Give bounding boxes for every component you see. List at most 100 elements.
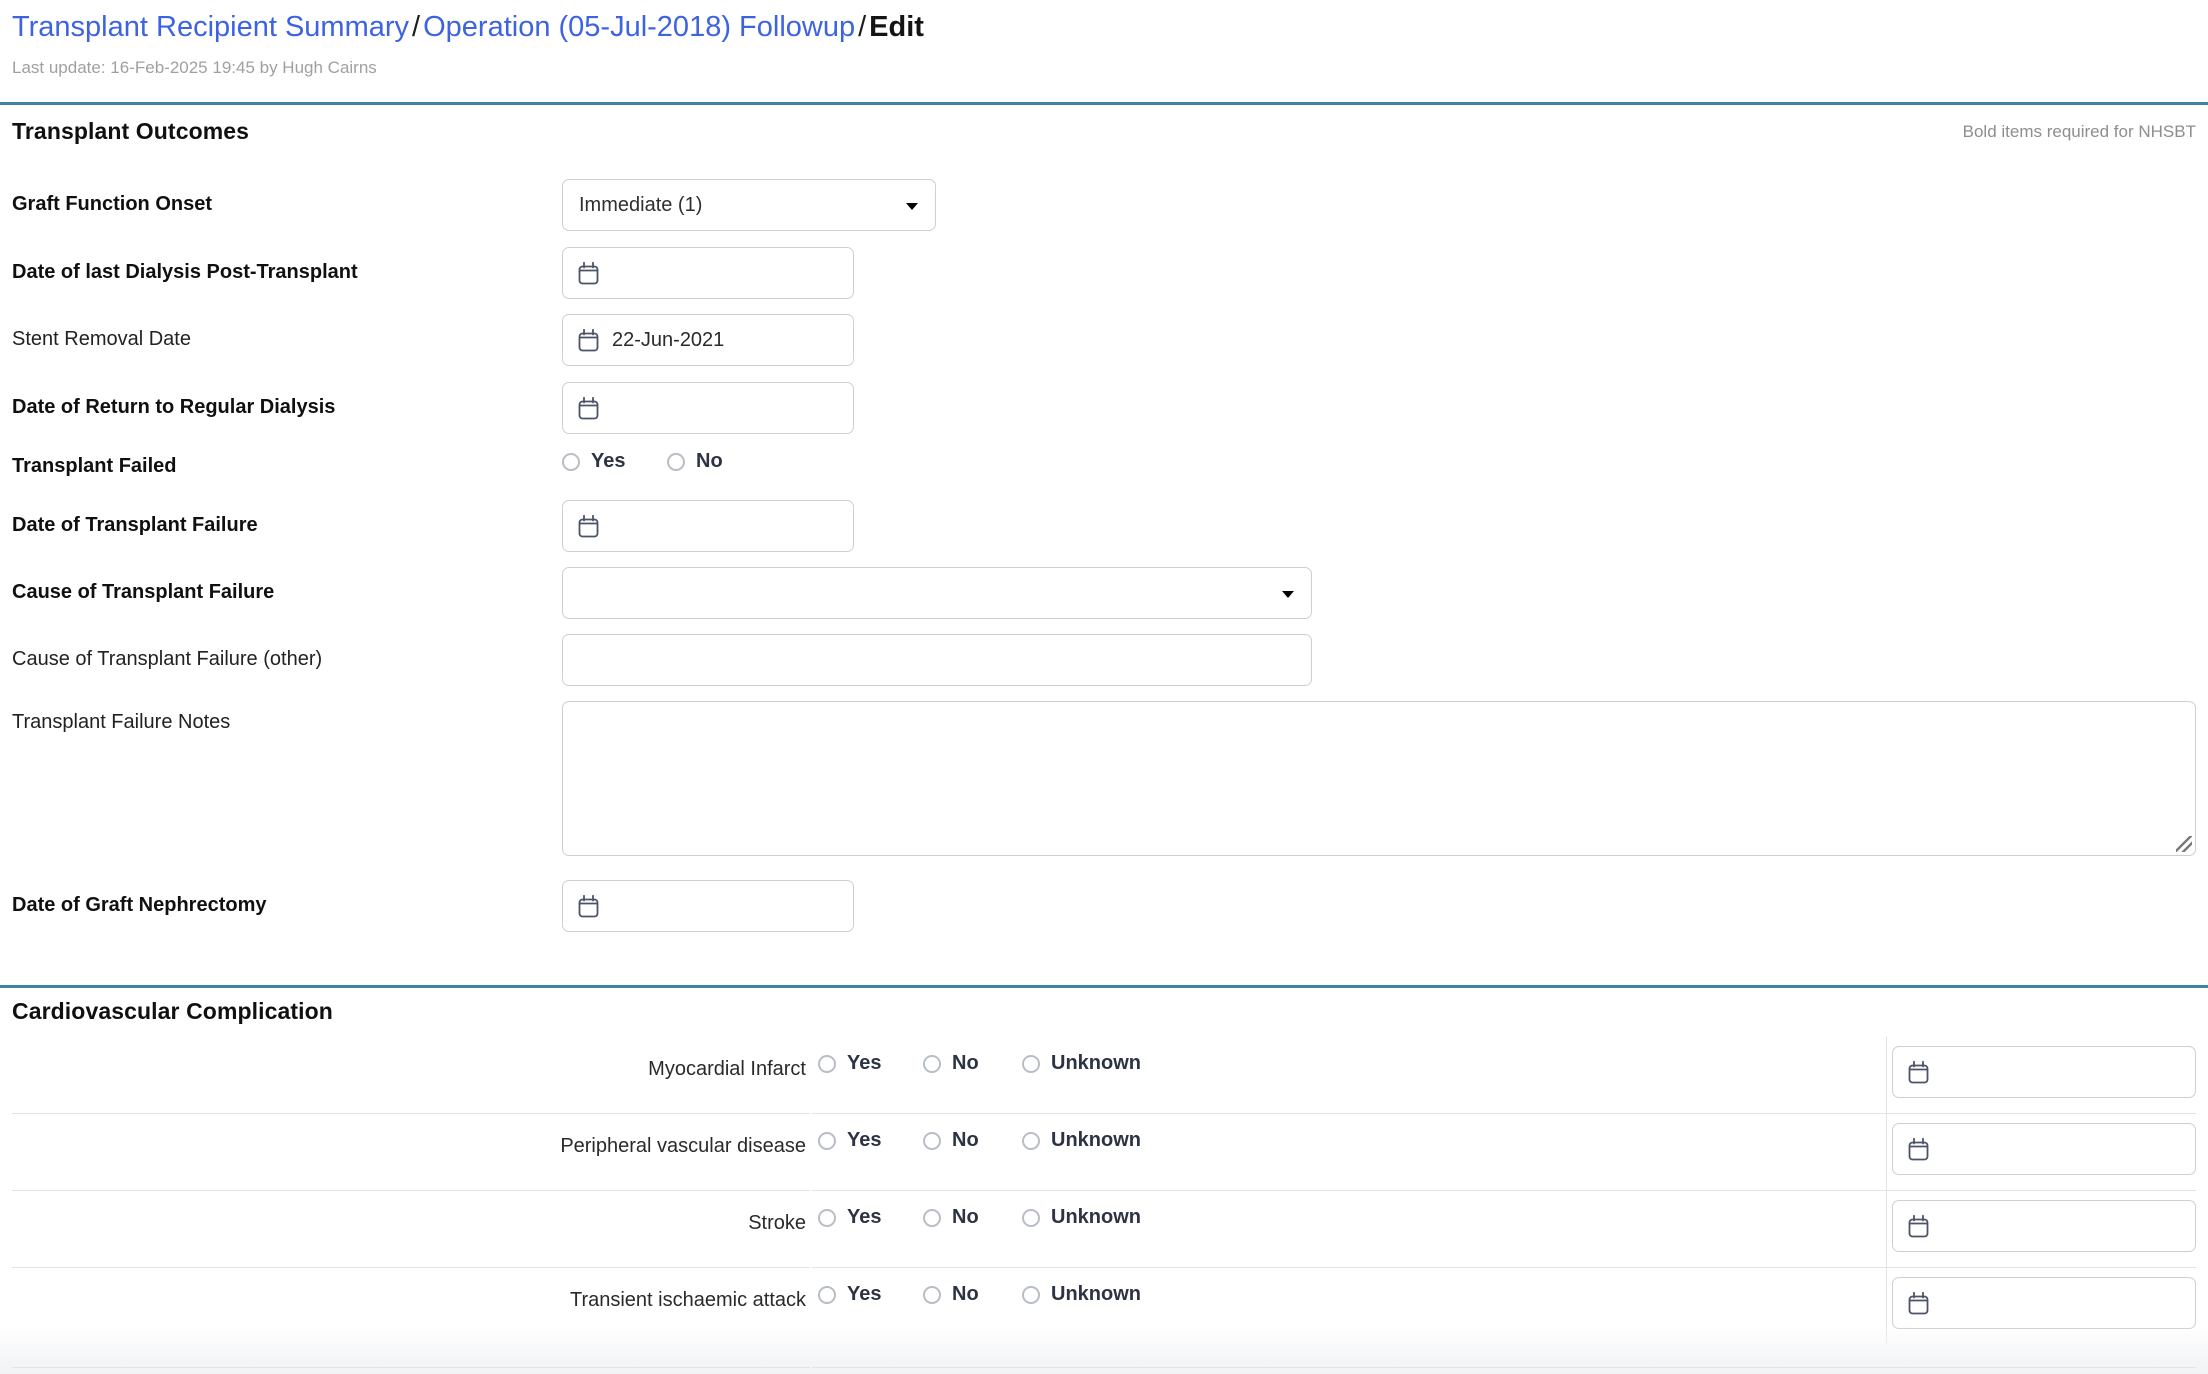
radio-myocardial-infarct-unknown[interactable]: Unknown [1022, 1052, 1141, 1075]
radio-circle-icon [923, 1131, 941, 1150]
label-transplant-failed: Transplant Failed [12, 455, 177, 477]
radio-label-no: No [696, 450, 723, 472]
row-divider-left [12, 1113, 810, 1114]
radio-label-unknown: Unknown [1051, 1283, 1141, 1305]
radio-label-yes: Yes [847, 1052, 882, 1074]
bottom-row-divider-left [12, 1367, 810, 1368]
radio-circle-icon [923, 1208, 941, 1227]
section-divider-middle [0, 985, 2208, 988]
row-divider-right [812, 1267, 2196, 1268]
label-transient-ischaemic-attack: Transient ischaemic attack [569, 1289, 806, 1311]
radio-myocardial-infarct-no[interactable]: No [923, 1052, 1022, 1075]
radio-label-yes: Yes [847, 1206, 882, 1228]
radio-stroke-yes[interactable]: Yes [818, 1206, 923, 1229]
radio-peripheral-vascular-disease-no[interactable]: No [923, 1129, 1022, 1152]
label-cause-transplant-failure: Cause of Transplant Failure [12, 581, 275, 603]
date-input-peripheral-vascular-disease[interactable] [1892, 1123, 2196, 1175]
radio-group-stroke: Yes No Unknown [818, 1206, 1141, 1229]
date-input-stent-removal-value: 22-Jun-2021 [612, 328, 725, 351]
radio-peripheral-vascular-disease-unknown[interactable]: Unknown [1022, 1129, 1141, 1152]
nhsbt-required-note: Bold items required for NHSBT [1962, 122, 2196, 141]
column-divider [1886, 1190, 1887, 1267]
calendar-icon [578, 396, 599, 419]
radio-circle-icon [1022, 1131, 1040, 1150]
date-input-return-dialysis[interactable] [562, 382, 854, 434]
date-input-transplant-failure[interactable] [562, 500, 854, 552]
date-cell-stroke [1892, 1200, 2196, 1252]
label-date-return-dialysis: Date of Return to Regular Dialysis [12, 396, 336, 418]
radio-label-yes: Yes [591, 450, 626, 472]
section-title-cardiovascular-complication: Cardiovascular Complication [12, 998, 333, 1024]
radio-label-no: No [952, 1283, 979, 1305]
radio-transient-ischaemic-attack-yes[interactable]: Yes [818, 1283, 923, 1306]
text-input-cause-transplant-failure-other[interactable] [562, 634, 1312, 686]
label-transplant-failure-notes: Transplant Failure Notes [12, 711, 231, 733]
table-row: Stroke Yes No Unknown [0, 1190, 2208, 1267]
label-cause-transplant-failure-other: Cause of Transplant Failure (other) [12, 648, 323, 670]
radio-label-unknown: Unknown [1051, 1206, 1141, 1228]
breadcrumb-separator-1: / [412, 11, 421, 43]
label-date-graft-nephrectomy: Date of Graft Nephrectomy [12, 894, 267, 916]
radio-label-unknown: Unknown [1051, 1129, 1141, 1151]
breadcrumb-link-transplant-recipient-summary[interactable]: Transplant Recipient Summary [12, 11, 409, 43]
page-root: Transplant Recipient Summary / Operation (… [0, 0, 2208, 1374]
date-input-myocardial-infarct[interactable] [1892, 1046, 2196, 1098]
date-input-stent-removal[interactable]: 22-Jun-2021 [562, 314, 854, 366]
cardiovascular-complication-table: Myocardial Infarct Yes No Unknown Periph… [0, 1036, 2208, 1344]
date-cell-transient-ischaemic-attack [1892, 1277, 2196, 1329]
select-graft-function-onset-value: Immediate (1) [579, 193, 703, 216]
radio-transient-ischaemic-attack-no[interactable]: No [923, 1283, 1022, 1306]
calendar-icon [578, 261, 599, 284]
resize-grip-icon[interactable] [2176, 836, 2192, 852]
bottom-row-divider-right [812, 1367, 2196, 1368]
breadcrumb-link-operation-followup[interactable]: Operation (05-Jul-2018) Followup [423, 11, 855, 43]
radio-peripheral-vascular-disease-yes[interactable]: Yes [818, 1129, 923, 1152]
radio-group-peripheral-vascular-disease: Yes No Unknown [818, 1129, 1141, 1152]
radio-myocardial-infarct-yes[interactable]: Yes [818, 1052, 923, 1075]
breadcrumb: Transplant Recipient Summary / Operation (… [12, 8, 924, 46]
radio-transient-ischaemic-attack-unknown[interactable]: Unknown [1022, 1283, 1141, 1306]
radio-circle-icon [818, 1131, 836, 1150]
date-input-last-dialysis[interactable] [562, 247, 854, 299]
date-input-graft-nephrectomy[interactable] [562, 880, 854, 932]
row-divider-left [12, 1190, 810, 1191]
label-myocardial-infarct: Myocardial Infarct [648, 1058, 806, 1080]
calendar-icon [578, 894, 599, 917]
radio-group-transient-ischaemic-attack: Yes No Unknown [818, 1283, 1141, 1306]
chevron-down-icon [1282, 591, 1294, 598]
date-input-transient-ischaemic-attack[interactable] [1892, 1277, 2196, 1329]
radio-circle-icon [818, 1054, 836, 1073]
calendar-icon [1908, 1137, 1929, 1160]
radio-label-no: No [952, 1206, 979, 1228]
label-stroke: Stroke [748, 1212, 806, 1234]
radio-circle-icon [1022, 1208, 1040, 1227]
section-divider-top [0, 102, 2208, 105]
radio-group-myocardial-infarct: Yes No Unknown [818, 1052, 1141, 1075]
radio-label-yes: Yes [847, 1129, 882, 1151]
label-date-transplant-failure: Date of Transplant Failure [12, 514, 258, 536]
radio-circle-icon [562, 452, 580, 471]
radio-circle-icon [923, 1054, 941, 1073]
radio-label-yes: Yes [847, 1283, 882, 1305]
calendar-icon [1908, 1214, 1929, 1237]
date-input-stroke[interactable] [1892, 1200, 2196, 1252]
radio-stroke-unknown[interactable]: Unknown [1022, 1206, 1141, 1229]
radio-transplant-failed-yes[interactable]: Yes [562, 450, 667, 473]
calendar-icon [1908, 1291, 1929, 1314]
radio-circle-icon [1022, 1285, 1040, 1304]
textarea-transplant-failure-notes[interactable] [562, 701, 2196, 856]
calendar-icon [578, 328, 599, 351]
select-graft-function-onset[interactable]: Immediate (1) [562, 179, 936, 231]
table-row: Peripheral vascular disease Yes No Unkno… [0, 1113, 2208, 1190]
radio-stroke-no[interactable]: No [923, 1206, 1022, 1229]
section-title-transplant-outcomes: Transplant Outcomes [12, 118, 250, 144]
label-peripheral-vascular-disease: Peripheral vascular disease [560, 1135, 806, 1157]
row-divider-right [812, 1113, 2196, 1114]
row-divider-right [812, 1190, 2196, 1191]
column-divider [1886, 1036, 1887, 1113]
select-cause-transplant-failure[interactable] [562, 567, 1312, 619]
date-cell-peripheral-vascular-disease [1892, 1123, 2196, 1175]
label-stent-removal-date: Stent Removal Date [12, 328, 191, 350]
radio-transplant-failed-no[interactable]: No [667, 450, 723, 473]
calendar-icon [578, 514, 599, 537]
